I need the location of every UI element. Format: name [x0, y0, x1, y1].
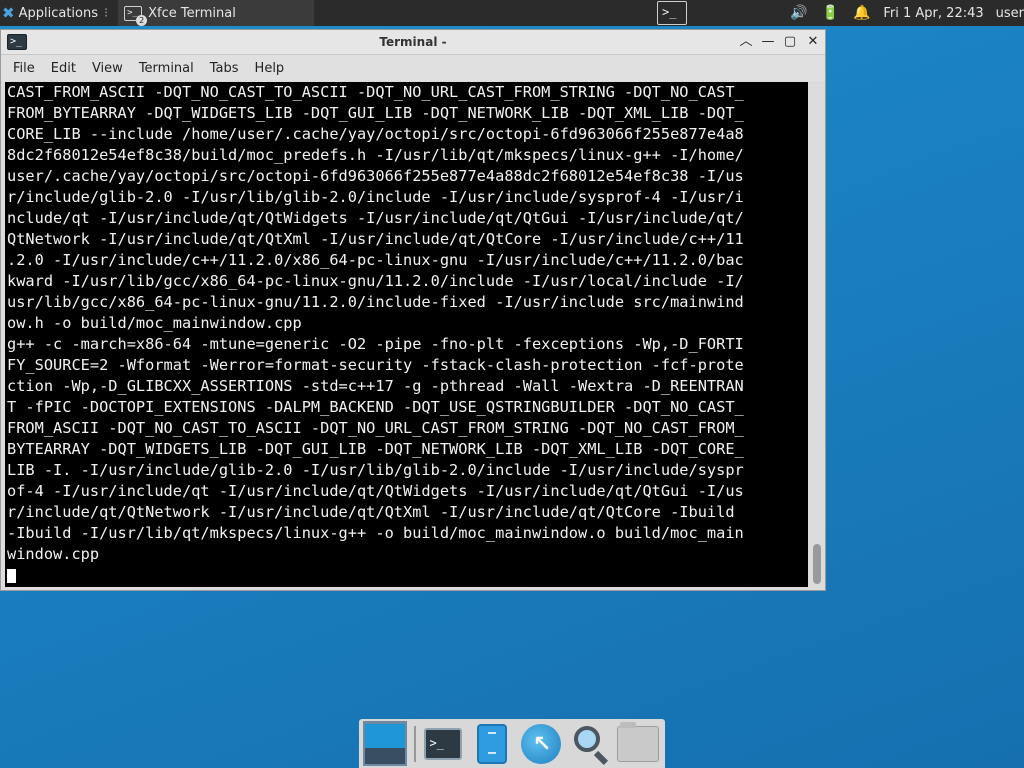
phone-icon [477, 723, 508, 764]
menu-help[interactable]: Help [247, 61, 293, 76]
file-manager-icon [617, 721, 660, 762]
terminal-line: T -fPIC -DOCTOPI_EXTENSIONS -DALPM_BACKE… [7, 398, 744, 416]
terminal-line: nclude/qt -I/usr/include/qt/QtWidgets -I… [7, 209, 744, 227]
terminal-line: FY_SOURCE=2 -Wformat -Werror=format-secu… [7, 356, 744, 374]
text-cursor [7, 569, 16, 583]
show-desktop-button[interactable] [363, 721, 407, 766]
taskbar-item-xfce-terminal[interactable]: >_ 2 Xfce Terminal [118, 0, 315, 26]
terminal-line: ction -Wp,-D_GLIBCXX_ASSERTIONS -std=c++… [7, 377, 744, 395]
dock-separator [413, 725, 416, 762]
terminal-text: CAST_FROM_ASCII -DQT_NO_CAST_TO_ASCII -D… [5, 82, 808, 565]
menu-terminal[interactable]: Terminal [131, 61, 202, 76]
app-finder-icon [570, 724, 610, 765]
terminal-line: ow.h -o build/moc_mainwindow.cpp [7, 314, 302, 332]
terminal-line: r/include/qt/QtNetwork -I/usr/include/qt… [7, 503, 744, 521]
terminal-line: CORE_LIB --include /home/user/.cache/yay… [7, 125, 744, 143]
terminal-line: -Ibuild -I/usr/lib/qt/mkspecs/linux-g++ … [7, 524, 744, 542]
menu-file[interactable]: File [5, 61, 43, 76]
window-title: Terminal - [379, 35, 447, 49]
terminal-icon: >_ [424, 727, 463, 760]
terminal-icon: >_ 2 [124, 5, 148, 26]
terminal-line: user/.cache/yay/octopi/src/octopi-6fd963… [7, 167, 744, 185]
maximize-button[interactable]: ▢ [780, 32, 800, 52]
title-bar[interactable]: >_ Terminal - ︿ — ▢ ✕ [1, 30, 825, 55]
minimize-button[interactable]: — [758, 32, 778, 52]
dock-phone-launcher[interactable] [470, 721, 514, 766]
panel-tray: 🔊 🔋 🔔 Fri 1 Apr, 22:43 user [783, 0, 1024, 26]
battery-icon[interactable]: 🔋 [822, 5, 839, 21]
terminal-line: kward -I/usr/lib/gcc/x86_64-pc-linux-gnu… [7, 272, 744, 290]
clock[interactable]: Fri 1 Apr, 22:43 [883, 6, 983, 21]
user-menu[interactable]: user [996, 6, 1024, 21]
applications-menu-button[interactable]: ✖ Applications ⁝ [0, 0, 112, 26]
dock-app-finder-launcher[interactable] [568, 721, 612, 766]
menu-tabs[interactable]: Tabs [202, 61, 247, 76]
separator-icon: ⁝ [104, 5, 109, 21]
volume-icon[interactable]: 🔊 [790, 5, 807, 21]
terminal-line: BYTEARRAY -DQT_WIDGETS_LIB -DQT_GUI_LIB … [7, 440, 744, 458]
menu-edit[interactable]: Edit [43, 61, 84, 76]
terminal-line: of-4 -I/usr/include/qt -I/usr/include/qt… [7, 482, 744, 500]
scrollbar-thumb[interactable] [813, 544, 821, 584]
menu-view[interactable]: View [84, 61, 131, 76]
bell-icon[interactable]: 🔔 [853, 5, 870, 21]
terminal-line: FROM_ASCII -DQT_NO_CAST_TO_ASCII -DQT_NO… [7, 419, 744, 437]
taskbar-item-label: Xfce Terminal [148, 5, 236, 21]
terminal-line: g++ -c -march=x86-64 -mtune=generic -O2 … [7, 335, 744, 353]
terminal-output[interactable]: CAST_FROM_ASCII -DQT_NO_CAST_TO_ASCII -D… [5, 82, 808, 587]
dock-web-browser-launcher[interactable] [519, 721, 563, 766]
menu-bar: File Edit View Terminal Tabs Help [1, 55, 825, 81]
terminal-line: LIB -I. -I/usr/include/glib-2.0 -I/usr/l… [7, 461, 744, 479]
window-count-badge: 2 [136, 14, 148, 26]
close-button[interactable]: ✕ [803, 32, 823, 52]
terminal-line: CAST_FROM_ASCII -DQT_NO_CAST_TO_ASCII -D… [7, 83, 744, 101]
terminal-launcher-icon[interactable]: >_ [657, 1, 687, 25]
dock: >_ [359, 719, 665, 768]
terminal-line: .2.0 -I/usr/include/c++/11.2.0/x86_64-pc… [7, 251, 744, 269]
dock-file-manager-launcher[interactable] [616, 721, 660, 766]
applications-label: Applications [18, 5, 98, 21]
terminal-line: r/include/glib-2.0 -I/usr/lib/glib-2.0/i… [7, 188, 744, 206]
dock-terminal-launcher[interactable]: >_ [422, 721, 466, 766]
terminal-line: usr/lib/gcc/x86_64-pc-linux-gnu/11.2.0/i… [7, 293, 744, 311]
terminal-line: QtNetwork -I/usr/include/qt/QtXml -I/usr… [7, 230, 744, 248]
web-browser-icon [520, 723, 561, 764]
scrollbar[interactable] [809, 82, 825, 587]
top-panel: ✖ Applications ⁝ >_ 2 Xfce Terminal >_ 🔊 … [0, 0, 1024, 26]
terminal-line: 8dc2f68012e54ef8c38/build/moc_predefs.h … [7, 146, 744, 164]
roll-up-button[interactable]: ︿ [736, 32, 756, 52]
terminal-window: >_ Terminal - ︿ — ▢ ✕ File Edit View Ter… [0, 29, 826, 591]
terminal-line: window.cpp [7, 545, 100, 563]
show-desktop-icon [364, 723, 405, 764]
xfce-logo-icon: ✖ [2, 4, 15, 22]
terminal-line: FROM_BYTEARRAY -DQT_WIDGETS_LIB -DQT_GUI… [7, 104, 744, 122]
